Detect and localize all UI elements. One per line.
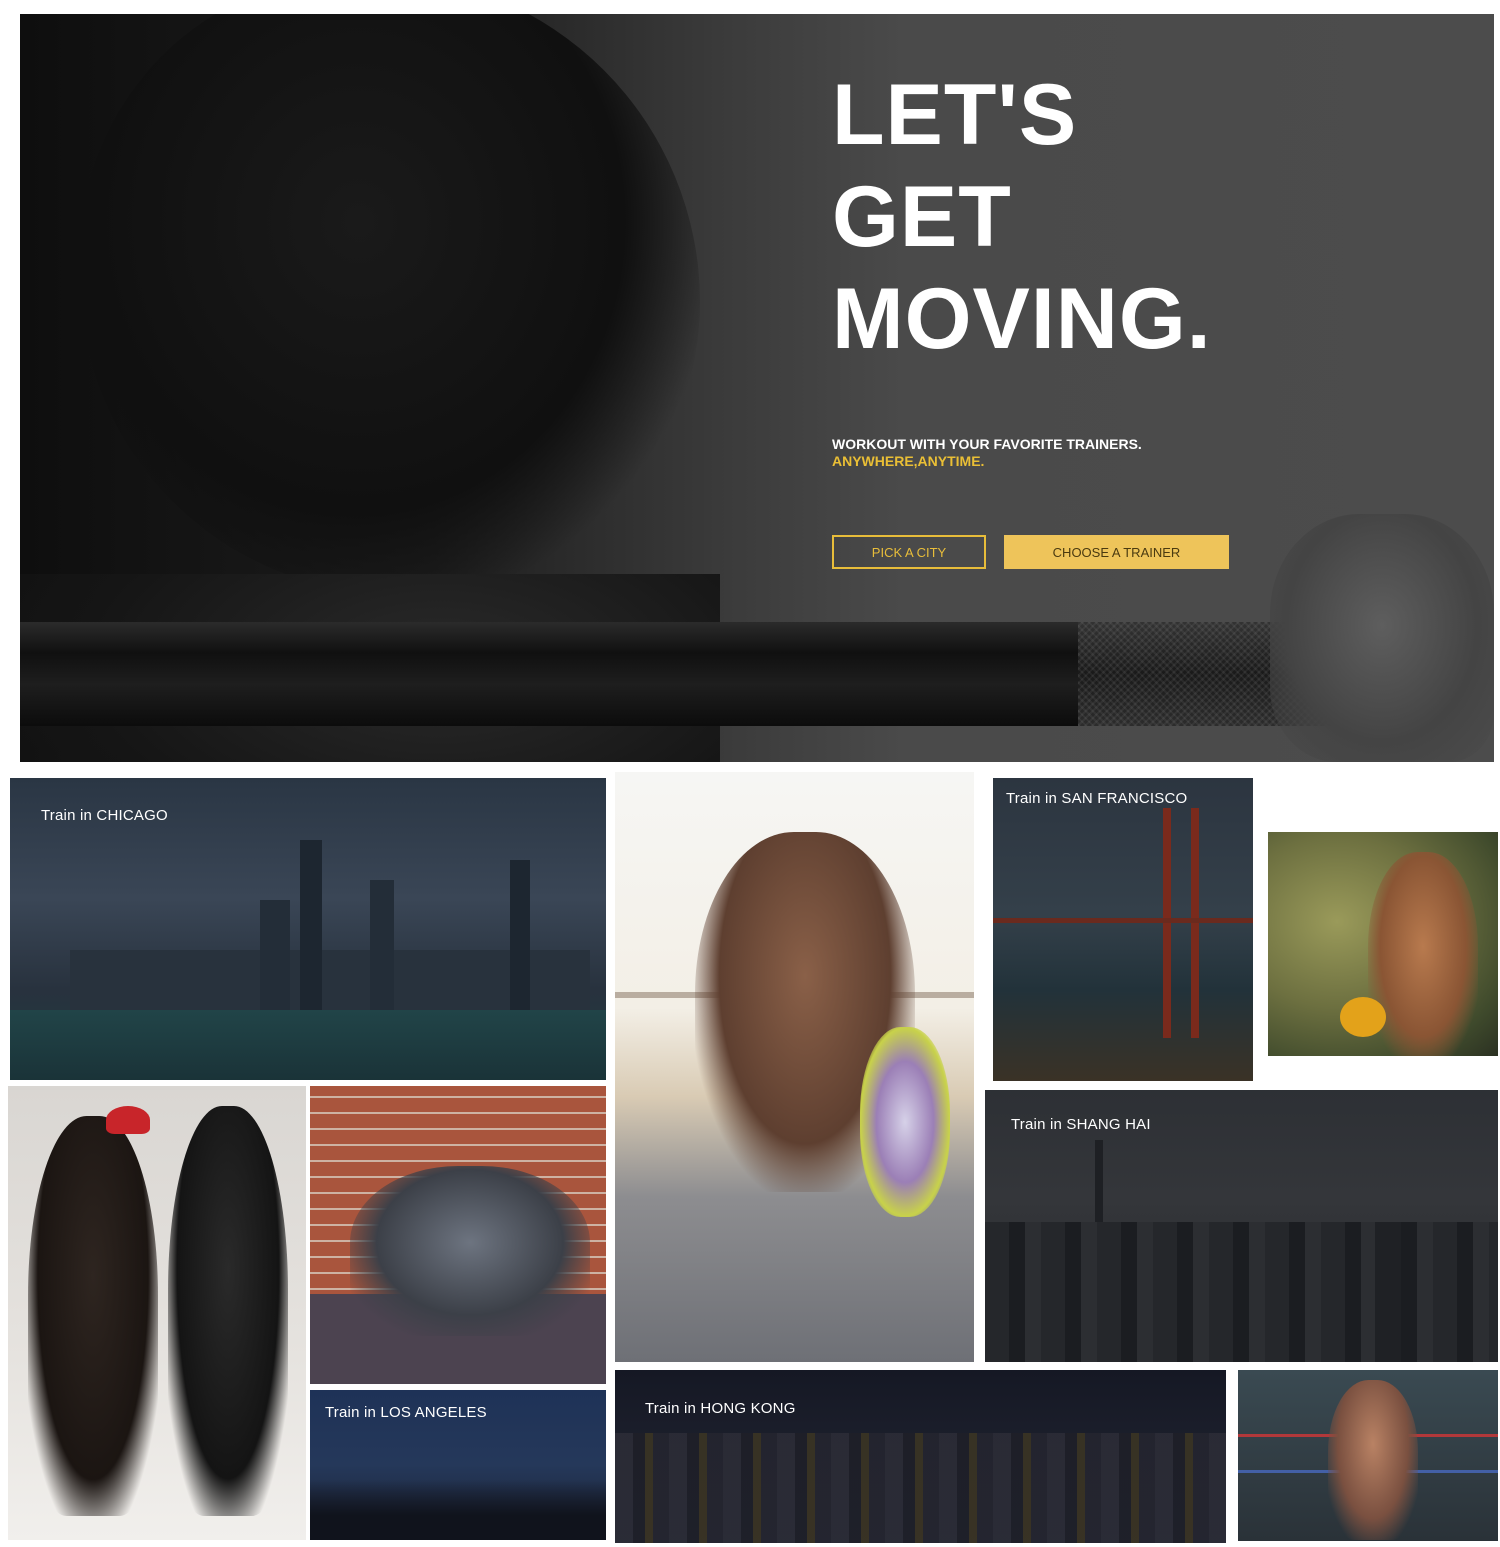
hero-tagline: WORKOUT WITH YOUR FAVORITE TRAINERS. ANY… [832, 436, 1142, 470]
shoe-sole-shape [860, 1027, 950, 1217]
bridge-tower [1163, 808, 1199, 1038]
chicago-lake [10, 1010, 606, 1080]
headline-line-3: MOVING. [832, 271, 1212, 367]
tile-hong-kong[interactable]: Train in HONG KONG [615, 1370, 1226, 1543]
tile-label-hong-kong: Train in HONG KONG [645, 1400, 796, 1417]
hand-shape [1270, 514, 1494, 762]
tile-shanghai[interactable]: Train in SHANG HAI [985, 1090, 1498, 1362]
tile-boxer-photo [1268, 832, 1498, 1056]
red-cap-shape [106, 1106, 150, 1134]
tile-stretching-runner-photo [615, 772, 974, 1362]
hero-background-photo [80, 14, 700, 594]
tile-label-chicago: Train in CHICAGO [41, 807, 168, 824]
trainer-figure-left [28, 1116, 158, 1516]
boxer-ring-figure [1328, 1380, 1418, 1540]
tile-boxing-ring-photo [1238, 1370, 1498, 1541]
hong-kong-skyline [615, 1433, 1226, 1543]
shanghai-skyline [985, 1222, 1498, 1362]
choose-trainer-button[interactable]: CHOOSE A TRAINER [1004, 535, 1229, 569]
hero-headline: LET'S GET MOVING. [832, 64, 1212, 370]
tile-label-los-angeles: Train in LOS ANGELES [325, 1404, 487, 1421]
tile-kickboxing-trainers-photo [8, 1086, 306, 1540]
tagline-text: WORKOUT WITH YOUR FAVORITE TRAINERS. [832, 436, 1142, 452]
tile-label-shanghai: Train in SHANG HAI [1011, 1116, 1151, 1133]
boxing-glove-shape [1340, 997, 1386, 1037]
tile-los-angeles[interactable]: Train in LOS ANGELES [310, 1390, 606, 1540]
trainer-figure-right [168, 1106, 288, 1516]
tile-group-brick-wall-photo [310, 1086, 606, 1384]
bridge-deck [993, 918, 1253, 923]
group-figures [350, 1166, 590, 1336]
pick-city-button[interactable]: PICK A CITY [832, 535, 986, 569]
tagline-accent: ANYWHERE,ANYTIME. [832, 453, 985, 469]
chicago-skyline [10, 840, 606, 1010]
headline-line-2: GET [832, 169, 1012, 265]
palm-trees-shape [310, 1480, 606, 1540]
tile-san-francisco[interactable]: Train in SAN FRANCISCO [993, 778, 1253, 1081]
hero-banner: LET'S GET MOVING. WORKOUT WITH YOUR FAVO… [20, 14, 1494, 762]
headline-line-1: LET'S [832, 67, 1078, 163]
tile-chicago[interactable]: Train in CHICAGO [10, 778, 606, 1080]
boxer-figure [1368, 852, 1478, 1056]
tile-label-san-francisco: Train in SAN FRANCISCO [1006, 790, 1188, 807]
